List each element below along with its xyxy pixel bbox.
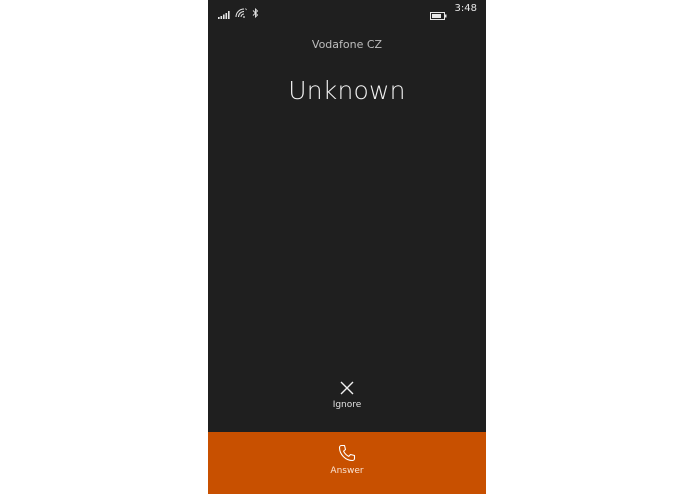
- phone-icon: [208, 443, 486, 463]
- signal-icon: [218, 4, 230, 23]
- caller-name: Unknown: [288, 76, 406, 105]
- close-icon: [317, 380, 377, 396]
- incoming-call-screen: 3:48 Vodafone CZ Unknown Ignore Answer: [208, 0, 486, 494]
- answer-label: Answer: [330, 466, 364, 476]
- wifi-icon: [235, 3, 247, 22]
- bluetooth-icon: [252, 3, 259, 22]
- answer-button[interactable]: Answer: [208, 432, 486, 494]
- ignore-label: Ignore: [332, 400, 362, 410]
- clock-time: 3:48: [454, 3, 477, 14]
- ignore-button[interactable]: Ignore: [317, 380, 377, 420]
- carrier-name: Vodafone CZ: [311, 38, 383, 51]
- status-bar: 3:48: [208, 0, 486, 20]
- battery-icon: [430, 5, 447, 24]
